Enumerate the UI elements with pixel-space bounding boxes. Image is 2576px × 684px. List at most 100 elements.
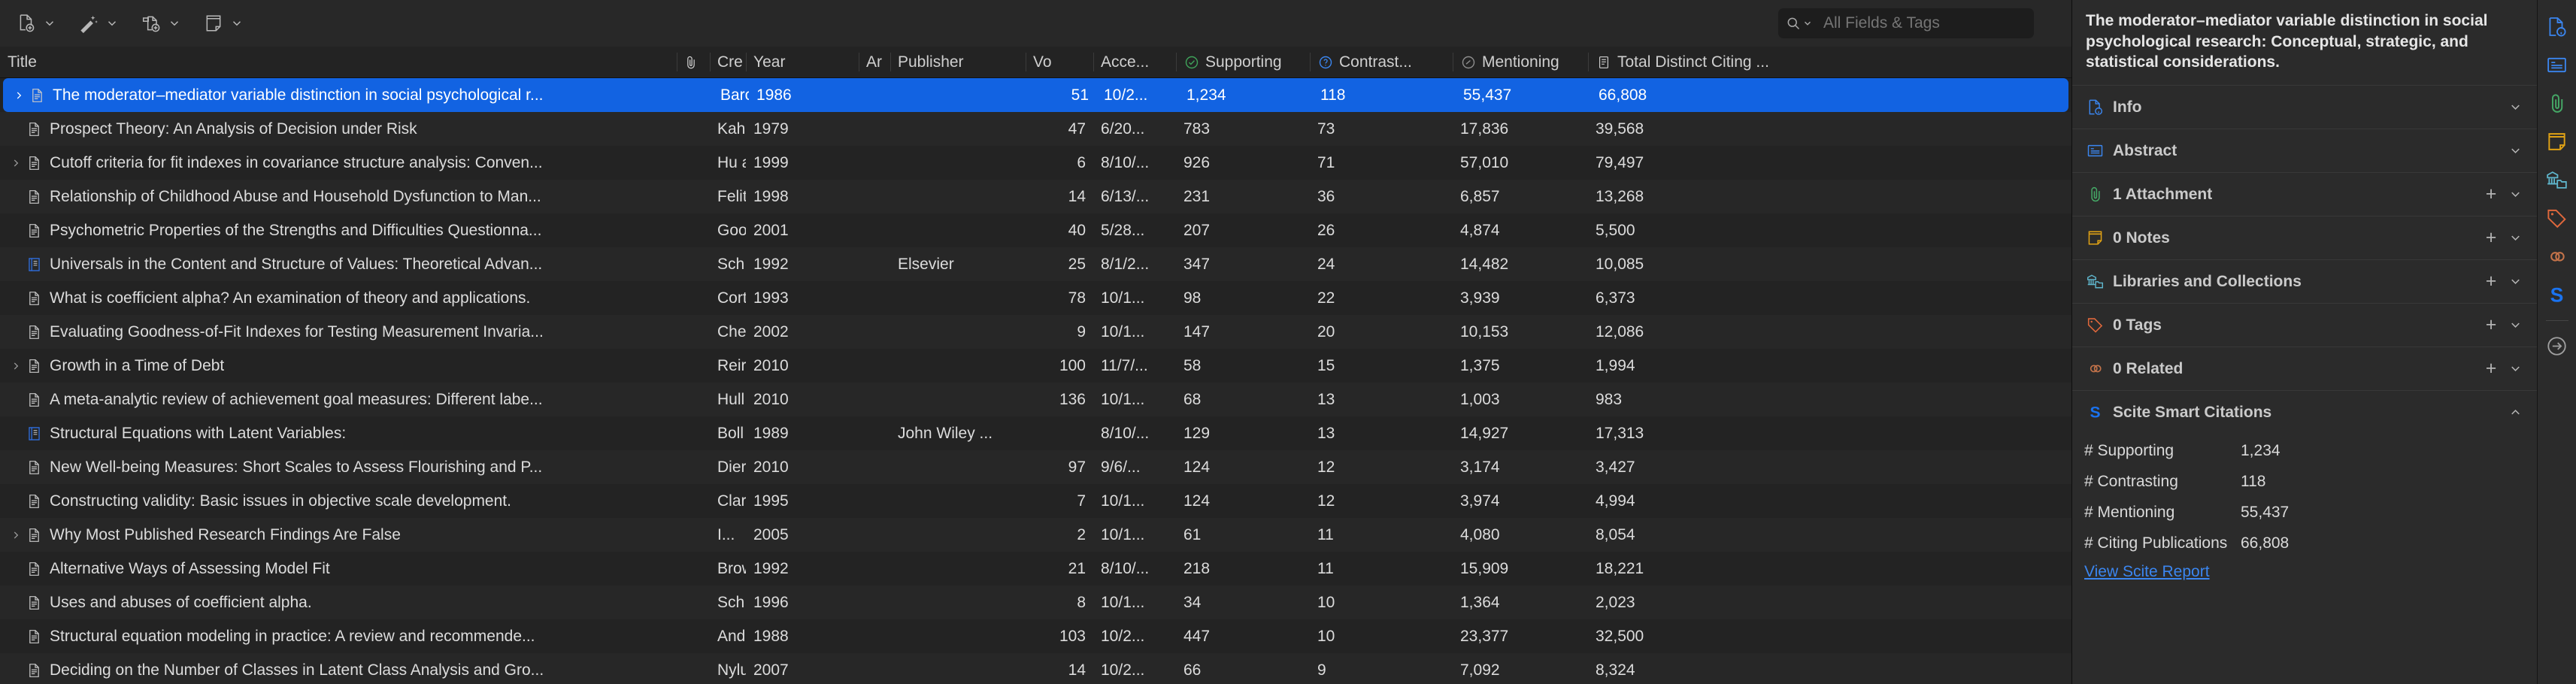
cell-title[interactable]: Structural equation modeling in practice…	[0, 619, 677, 653]
chevron-down-icon[interactable]	[2505, 316, 2525, 335]
chevron-down-icon[interactable]	[2505, 98, 2525, 117]
cell-title[interactable]: Relationship of Childhood Abuse and Hous…	[0, 180, 677, 213]
table-row[interactable]: Prospect Theory: An Analysis of Decision…	[0, 112, 2071, 146]
table-row[interactable]: Deciding on the Number of Classes in Lat…	[0, 653, 2071, 684]
rail-tags[interactable]	[2540, 199, 2574, 238]
cell-attachment	[677, 112, 710, 146]
add-attachment-button[interactable]	[138, 11, 181, 36]
cell-title[interactable]: Prospect Theory: An Analysis of Decision…	[0, 112, 677, 146]
table-row[interactable]: Evaluating Goodness-of-Fit Indexes for T…	[0, 315, 2071, 349]
section-header-attachments[interactable]: 1 Attachment +	[2072, 172, 2537, 216]
column-header-volume[interactable]: Vo	[1026, 47, 1093, 77]
cell-title[interactable]: Deciding on the Number of Classes in Lat…	[0, 653, 677, 684]
cell-title[interactable]: Growth in a Time of Debt	[0, 349, 677, 383]
table-row[interactable]: Structural equation modeling in practice…	[0, 619, 2071, 653]
column-header-attachment[interactable]	[677, 47, 710, 77]
column-header-accessed[interactable]: Acce...	[1093, 47, 1176, 77]
table-row[interactable]: Psychometric Properties of the Strengths…	[0, 213, 2071, 247]
table-row[interactable]: Alternative Ways of Assessing Model Fit B…	[0, 552, 2071, 586]
cell-title[interactable]: Psychometric Properties of the Strengths…	[0, 213, 677, 247]
cell-title[interactable]: Constructing validity: Basic issues in o…	[0, 484, 677, 518]
add-icon[interactable]: +	[2481, 316, 2501, 335]
new-item-button[interactable]	[14, 11, 56, 36]
table-row[interactable]: Relationship of Childhood Abuse and Hous…	[0, 180, 2071, 213]
chevron-down-icon[interactable]	[2505, 359, 2525, 379]
cell-title[interactable]: New Well-being Measures: Short Scales to…	[0, 450, 677, 484]
section-header-scite[interactable]: S Scite Smart Citations	[2072, 390, 2537, 434]
chevron-down-icon[interactable]	[2505, 229, 2525, 248]
item-title-text: Relationship of Childhood Abuse and Hous…	[50, 187, 541, 205]
search-box[interactable]	[1778, 8, 2034, 38]
section-header-notes[interactable]: 0 Notes +	[2072, 216, 2537, 259]
section-header-info[interactable]: Info	[2072, 85, 2537, 129]
chevron-down-icon[interactable]	[1802, 18, 1813, 29]
cell-contrasting: 20	[1317, 322, 1335, 340]
table-row[interactable]: Cutoff criteria for fit indexes in covar…	[0, 146, 2071, 180]
view-scite-report-link[interactable]: View Scite Report	[2084, 558, 2210, 581]
table-row[interactable]: Structural Equations with Latent Variabl…	[0, 416, 2071, 450]
table-row[interactable]: Growth in a Time of Debt Reir 2010 100 11/7/…	[0, 349, 2071, 383]
new-note-icon	[201, 11, 226, 36]
cell-title[interactable]: Alternative Ways of Assessing Model Fit	[0, 552, 677, 586]
section-header-libraries[interactable]: Libraries and Collections +	[2072, 259, 2537, 303]
expand-twisty-icon[interactable]	[8, 158, 24, 168]
expand-twisty-icon[interactable]	[8, 530, 24, 540]
add-by-identifier-button[interactable]	[76, 11, 119, 36]
table-row[interactable]: What is coefficient alpha? An examinatio…	[0, 281, 2071, 315]
section-header-abstract[interactable]: Abstract	[2072, 129, 2537, 172]
column-header-contrasting[interactable]: Contrast...	[1310, 47, 1453, 77]
table-row[interactable]: New Well-being Measures: Short Scales to…	[0, 450, 2071, 484]
expand-twisty-icon[interactable]	[8, 361, 24, 371]
chevron-up-icon[interactable]	[2505, 403, 2525, 422]
table-row[interactable]: The moderator–mediator variable distinct…	[3, 78, 2068, 112]
table-row[interactable]: A meta-analytic review of achievement go…	[0, 383, 2071, 416]
chevron-down-icon[interactable]	[2505, 185, 2525, 204]
cell-title[interactable]: Uses and abuses of coefficient alpha.	[0, 586, 677, 619]
section-header-tags[interactable]: 0 Tags +	[2072, 303, 2537, 347]
column-header-total-citing[interactable]: Total Distinct Citing ...	[1588, 47, 1836, 77]
column-header-publisher[interactable]: Publisher	[890, 47, 1026, 77]
rail-attachments[interactable]	[2540, 84, 2574, 123]
cell-article	[862, 78, 893, 112]
table-row[interactable]: Universals in the Content and Structure …	[0, 247, 2071, 281]
rail-locate[interactable]	[2540, 327, 2574, 365]
add-icon[interactable]: +	[2481, 185, 2501, 204]
add-icon[interactable]: +	[2481, 229, 2501, 248]
column-header-title[interactable]: Title	[0, 47, 677, 77]
column-header-mentioning[interactable]: Mentioning	[1453, 47, 1588, 77]
chevron-down-icon[interactable]	[2505, 141, 2525, 161]
cell-title[interactable]: Universals in the Content and Structure …	[0, 247, 677, 281]
cell-title[interactable]: The moderator–mediator variable distinct…	[3, 78, 680, 112]
rail-notes[interactable]	[2540, 123, 2574, 161]
cell-title[interactable]: Structural Equations with Latent Variabl…	[0, 416, 677, 450]
new-note-button[interactable]	[201, 11, 244, 36]
table-row[interactable]: Why Most Published Research Findings Are…	[0, 518, 2071, 552]
rail-related[interactable]	[2540, 238, 2574, 276]
cell-title[interactable]: What is coefficient alpha? An examinatio…	[0, 281, 677, 315]
cell-title[interactable]: Cutoff criteria for fit indexes in covar…	[0, 146, 677, 180]
cell-contrasting: 13	[1317, 390, 1335, 408]
column-header-supporting[interactable]: Supporting	[1176, 47, 1310, 77]
items-table-body[interactable]: The moderator–mediator variable distinct…	[0, 78, 2071, 684]
cell-publisher	[893, 78, 1029, 112]
rail-libraries[interactable]	[2540, 161, 2574, 199]
search-input[interactable]	[1813, 14, 2027, 32]
item-title-text: Alternative Ways of Assessing Model Fit	[50, 559, 330, 577]
paperclip-icon	[2546, 92, 2568, 114]
column-header-creator[interactable]: Cre	[710, 47, 746, 77]
cell-title[interactable]: Why Most Published Research Findings Are…	[0, 518, 677, 552]
add-icon[interactable]: +	[2481, 359, 2501, 379]
rail-info[interactable]	[2540, 8, 2574, 46]
table-row[interactable]: Constructing validity: Basic issues in o…	[0, 484, 2071, 518]
cell-title[interactable]: A meta-analytic review of achievement go…	[0, 383, 677, 416]
table-row[interactable]: Uses and abuses of coefficient alpha. Sch…	[0, 586, 2071, 619]
chevron-down-icon[interactable]	[2505, 272, 2525, 292]
cell-title[interactable]: Evaluating Goodness-of-Fit Indexes for T…	[0, 315, 677, 349]
expand-twisty-icon[interactable]	[11, 90, 27, 101]
column-header-year[interactable]: Year	[746, 47, 859, 77]
column-header-article[interactable]: Ar	[859, 47, 890, 77]
add-icon[interactable]: +	[2481, 272, 2501, 292]
section-header-related[interactable]: 0 Related +	[2072, 347, 2537, 390]
rail-abstract[interactable]	[2540, 46, 2574, 84]
rail-scite[interactable]: S	[2540, 276, 2574, 314]
